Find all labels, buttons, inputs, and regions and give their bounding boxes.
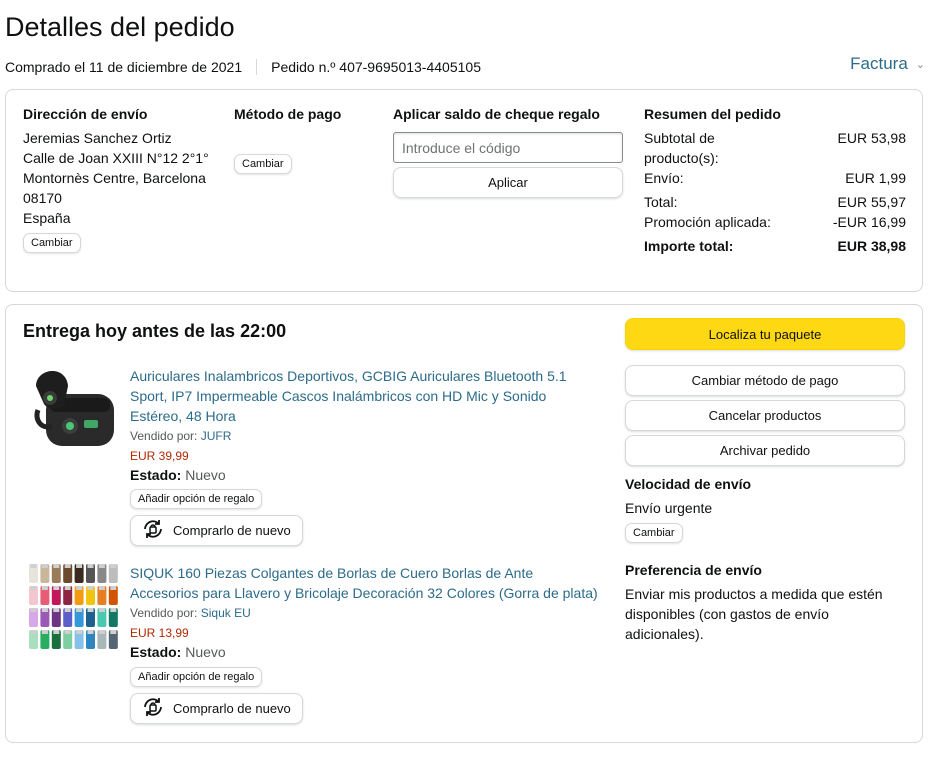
summary-row-promotion: Promoción aplicada: -EUR 16,99 (644, 214, 906, 230)
purchase-date: Comprado el 11 de diciembre de 2021 (5, 59, 243, 75)
product-condition: Estado: Nuevo (130, 465, 226, 485)
summary-row-subtotal: Subtotal de producto(s): EUR 53,98 (644, 128, 906, 168)
summary-value: EUR 38,98 (837, 238, 906, 254)
tassels-product-image[interactable] (27, 562, 121, 654)
summary-value: EUR 1,99 (845, 170, 906, 186)
address-line: España (23, 210, 71, 226)
buy-again-button[interactable]: Comprarlo de nuevo (130, 693, 303, 724)
track-package-button[interactable]: Localiza tu paquete (625, 318, 905, 350)
buy-again-icon (141, 517, 165, 544)
address-line: Calle de Joan XXIII N°12 2°1° (23, 150, 209, 166)
shipping-preference-heading: Preferencia de envío (625, 562, 762, 578)
invoice-dropdown[interactable]: Factura ⌄ (850, 54, 925, 74)
seller-link[interactable]: Siquk EU (201, 606, 251, 620)
summary-value: EUR 53,98 (837, 130, 906, 146)
sold-by: Vendido por: Siquk EU (130, 606, 251, 620)
shipping-preference-value: Enviar mis productos a medida que estén … (625, 586, 883, 642)
buy-again-label: Comprarlo de nuevo (173, 701, 291, 716)
apply-gift-button[interactable]: Aplicar (393, 167, 623, 198)
summary-label: Importe total: (644, 238, 734, 254)
order-meta: Comprado el 11 de diciembre de 2021 Pedi… (5, 59, 481, 75)
page-title: Detalles del pedido (5, 12, 235, 42)
product-price: EUR 13,99 (130, 626, 189, 640)
shipping-speed-value: Envío urgente (625, 500, 713, 516)
earbuds-product-image[interactable] (28, 364, 120, 454)
payment-heading: Método de pago (234, 106, 342, 122)
condition-value: Nuevo (185, 644, 226, 660)
invoice-label: Factura (850, 54, 908, 73)
shipping-address: Jeremias Sanchez Ortiz Calle de Joan XXI… (23, 128, 209, 228)
shipping-speed-heading: Velocidad de envío (625, 476, 752, 492)
buy-again-label: Comprarlo de nuevo (173, 523, 291, 538)
address-line: Montornès Centre, Barcelona (23, 170, 206, 186)
chevron-down-icon: ⌄ (915, 58, 925, 71)
seller-link[interactable]: JUFR (201, 429, 232, 443)
summary-label: Promoción aplicada: (644, 214, 771, 230)
buy-again-icon (141, 695, 165, 722)
cancel-items-button[interactable]: Cancelar productos (625, 400, 905, 431)
summary-row-total: Total: EUR 55,97 (644, 194, 906, 210)
sold-by: Vendido por: JUFR (130, 429, 231, 443)
change-payment-button[interactable]: Cambiar (234, 154, 292, 174)
sold-by-label: Vendido por: (130, 429, 198, 443)
change-address-button[interactable]: Cambiar (23, 233, 81, 253)
change-payment-method-button[interactable]: Cambiar método de pago (625, 365, 905, 396)
product-title-link[interactable]: SIQUK 160 Piezas Colgantes de Borlas de … (130, 563, 600, 603)
product-title-link[interactable]: Auriculares Inalambricos Deportivos, GCB… (130, 366, 585, 426)
gift-card-heading: Aplicar saldo de cheque regalo (393, 106, 600, 122)
buy-again-button[interactable]: Comprarlo de nuevo (130, 515, 303, 546)
condition-label: Estado: (130, 467, 182, 483)
summary-label: Subtotal de producto(s): (644, 130, 719, 166)
summary-row-shipping: Envío: EUR 1,99 (644, 170, 906, 186)
shipping-heading: Dirección de envío (23, 106, 148, 122)
add-gift-option-button[interactable]: Añadir opción de regalo (130, 489, 263, 509)
change-speed-button[interactable]: Cambiar (625, 523, 683, 543)
summary-heading: Resumen del pedido (644, 106, 781, 122)
summary-label: Total: (644, 194, 678, 210)
address-line: 08170 (23, 190, 62, 206)
condition-label: Estado: (130, 644, 182, 660)
add-gift-option-button[interactable]: Añadir opción de regalo (130, 667, 263, 687)
summary-label: Envío: (644, 170, 684, 186)
product-condition: Estado: Nuevo (130, 642, 226, 662)
archive-order-button[interactable]: Archivar pedido (625, 435, 905, 466)
divider (256, 59, 258, 75)
order-number: Pedido n.º 407-9695013-4405105 (271, 59, 481, 75)
condition-value: Nuevo (185, 467, 226, 483)
gift-code-input[interactable]: Introduce el código (393, 132, 623, 163)
sold-by-label: Vendido por: (130, 606, 198, 620)
summary-value: -EUR 16,99 (832, 214, 906, 230)
summary-row-grand-total: Importe total: EUR 38,98 (644, 238, 906, 254)
summary-value: EUR 55,97 (837, 194, 906, 210)
delivery-heading: Entrega hoy antes de las 22:00 (23, 321, 287, 341)
product-price: EUR 39,99 (130, 449, 189, 463)
address-line: Jeremias Sanchez Ortiz (23, 130, 172, 146)
